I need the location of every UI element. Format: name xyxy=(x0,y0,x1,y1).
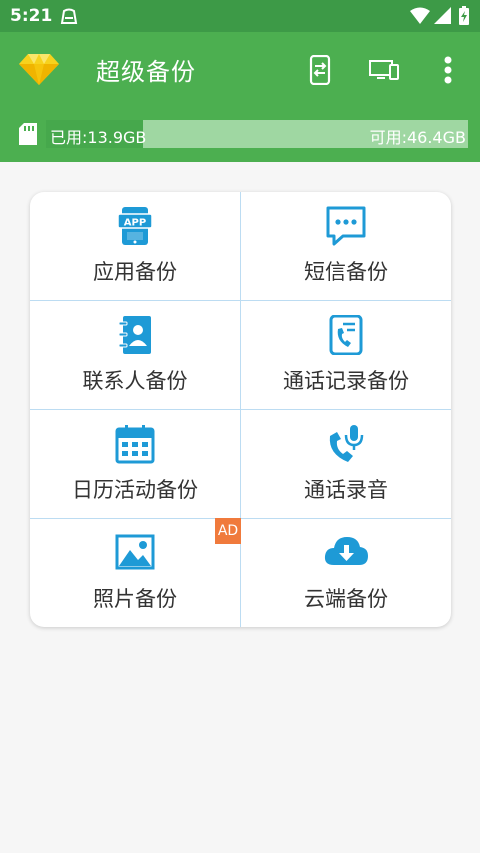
contacts-icon xyxy=(30,315,240,359)
devices-icon[interactable] xyxy=(366,52,402,88)
call-recording-label: 通话录音 xyxy=(304,478,388,502)
call-log-backup-button[interactable]: 通话记录备份 xyxy=(241,301,451,409)
phone-transfer-icon[interactable] xyxy=(302,52,338,88)
sms-backup-label: 短信备份 xyxy=(304,260,388,284)
call-recording-button[interactable]: 通话录音 xyxy=(241,410,451,518)
photo-icon xyxy=(30,533,240,577)
contacts-backup-label: 联系人备份 xyxy=(82,369,188,393)
call-recording-icon xyxy=(241,424,451,468)
sms-backup-button[interactable]: 短信备份 xyxy=(241,192,451,300)
calendar-backup-button[interactable]: 日历活动备份 xyxy=(30,410,240,518)
photo-backup-button[interactable]: 照片备份 xyxy=(30,519,240,627)
call-log-backup-label: 通话记录备份 xyxy=(283,369,409,393)
call-log-icon xyxy=(241,315,451,359)
cloud-backup-button[interactable]: 云端备份 xyxy=(241,519,451,627)
app-title: 超级备份 xyxy=(96,58,196,86)
status-time: 5:21 xyxy=(10,6,53,26)
wifi-icon xyxy=(410,7,430,29)
app-backup-label: 应用备份 xyxy=(93,260,177,284)
svg-text:APP: APP xyxy=(124,218,146,229)
signal-icon xyxy=(434,7,452,29)
ad-badge: AD xyxy=(215,518,241,544)
app-bar: 超级备份 xyxy=(0,32,480,108)
diamond-logo-icon xyxy=(18,52,60,90)
calendar-icon xyxy=(30,424,240,468)
cloud-backup-label: 云端备份 xyxy=(304,587,388,611)
sms-icon xyxy=(241,206,451,250)
status-notification-icon xyxy=(58,5,80,27)
more-vertical-icon[interactable] xyxy=(430,52,466,88)
storage-bar: 已用:13.9GB 可用:46.4GB xyxy=(0,108,480,162)
storage-used-label: 已用:13.9GB xyxy=(50,128,147,147)
calendar-backup-label: 日历活动备份 xyxy=(72,478,198,502)
storage-free-label: 可用:46.4GB xyxy=(369,128,466,147)
sd-card-icon xyxy=(18,122,38,150)
contacts-backup-button[interactable]: 联系人备份 xyxy=(30,301,240,409)
app-backup-button[interactable]: APP 应用备份 xyxy=(30,192,240,300)
backup-grid-card: APP 应用备份 短信备份 联系人备份 通话记录备份 日历活动备份 通话录音 照… xyxy=(30,192,451,627)
app-icon: APP xyxy=(30,206,240,250)
photo-backup-label: 照片备份 xyxy=(93,587,177,611)
storage-usage-bar: 已用:13.9GB 可用:46.4GB xyxy=(46,120,468,148)
cloud-download-icon xyxy=(241,533,451,577)
status-bar: 5:21 xyxy=(0,0,480,32)
battery-icon xyxy=(458,6,470,30)
